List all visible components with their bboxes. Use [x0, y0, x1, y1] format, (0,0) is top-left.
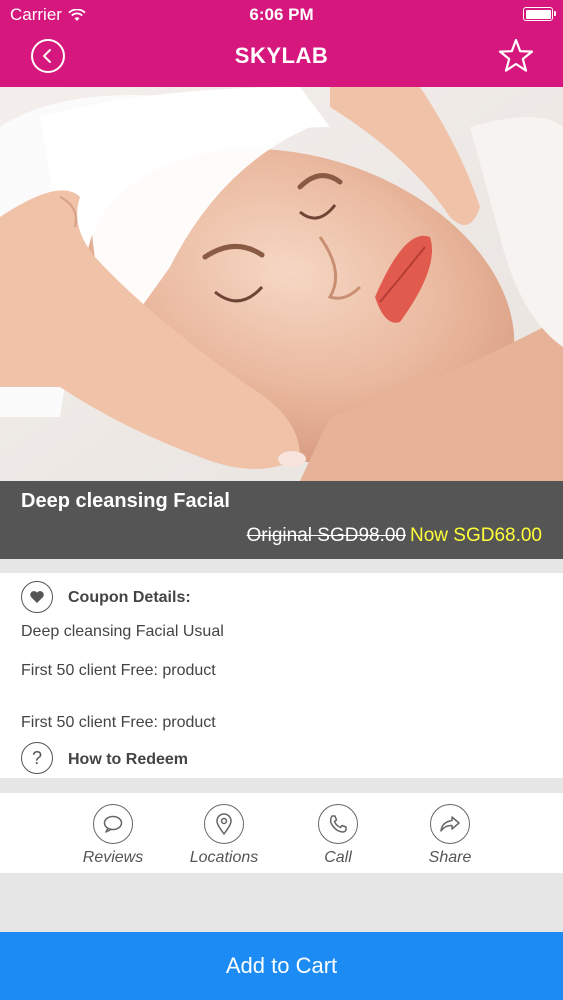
coupon-line: Deep cleansing Facial Usual: [21, 623, 224, 640]
speech-bubble-icon: [93, 804, 133, 844]
reviews-button[interactable]: Reviews: [53, 804, 173, 870]
question-mark-icon[interactable]: ?: [21, 742, 53, 774]
coupon-line: First 50 client Free: product: [21, 714, 216, 731]
original-price: Original SGD98.00: [246, 525, 406, 546]
reviews-label: Reviews: [82, 849, 144, 866]
facial-treatment-image: [0, 87, 563, 481]
coupon-details-label: Coupon Details:: [68, 589, 191, 606]
add-to-cart-button[interactable]: Add to Cart: [0, 932, 563, 1000]
app-header: Carrier 6:06 PM SKYLAB: [0, 0, 563, 87]
service-title: Deep cleansing Facial: [21, 490, 230, 512]
star-outline-icon: [498, 38, 534, 72]
locations-label: Locations: [189, 849, 259, 866]
heart-icon: [21, 581, 53, 613]
call-button[interactable]: Call: [278, 804, 398, 870]
page-title: SKYLAB: [234, 43, 329, 68]
service-photo: [0, 87, 563, 481]
share-button[interactable]: Share: [390, 804, 510, 870]
favorite-button[interactable]: [497, 37, 535, 75]
phone-icon: [318, 804, 358, 844]
status-bar: Carrier 6:06 PM: [0, 0, 563, 30]
navigation-bar: SKYLAB: [0, 30, 563, 87]
clock: 6:06 PM: [249, 5, 314, 24]
share-label: Share: [428, 849, 472, 866]
battery-icon: [523, 7, 556, 21]
locations-button[interactable]: Locations: [164, 804, 284, 870]
how-to-redeem-link[interactable]: How to Redeem: [68, 751, 188, 769]
now-price: Now SGD68.00: [409, 525, 542, 546]
coupon-details-section: Coupon Details: Deep cleansing Facial Us…: [0, 573, 563, 778]
action-bar: Reviews Locations Call Share: [0, 793, 563, 873]
price-row: Original SGD98.00 Now SGD68.00: [247, 525, 542, 547]
deal-title-bar: Deep cleansing Facial Original SGD98.00 N…: [0, 481, 563, 559]
call-label: Call: [324, 849, 352, 866]
location-pin-icon: [204, 804, 244, 844]
share-arrow-icon: [430, 804, 470, 844]
coupon-line: First 50 client Free: product: [21, 662, 216, 679]
